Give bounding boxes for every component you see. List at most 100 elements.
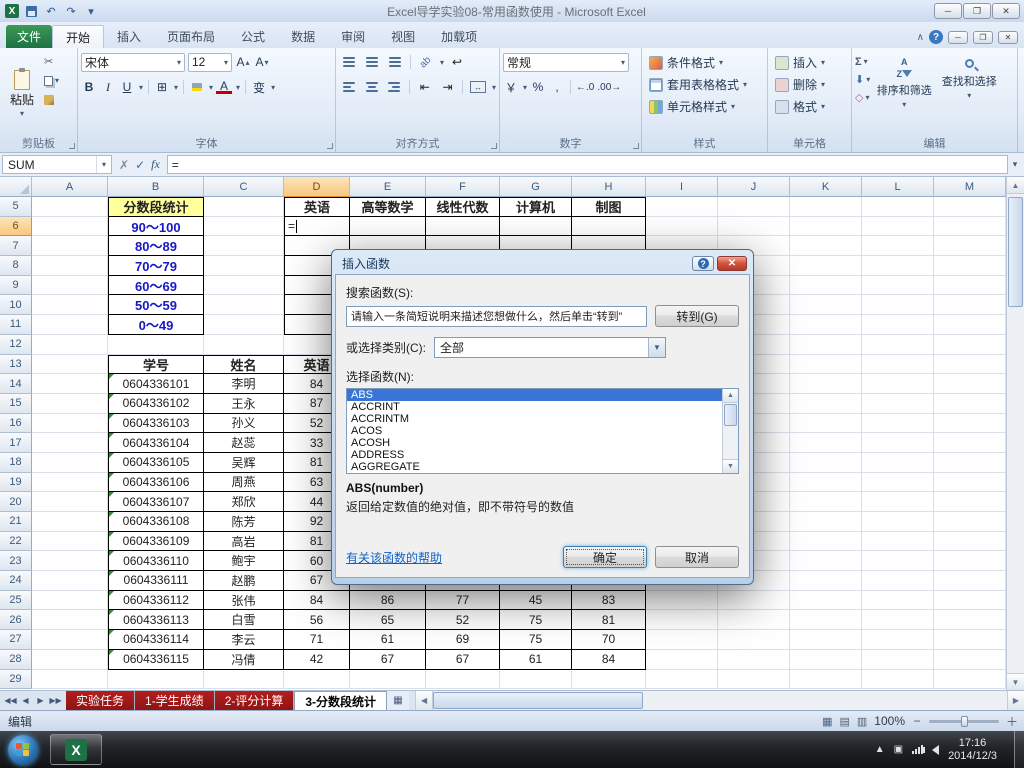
align-center-button[interactable] <box>362 79 382 96</box>
column-header-B[interactable]: B <box>108 177 204 197</box>
conditional-formatting-button[interactable]: 条件格式 ▾ <box>645 52 764 73</box>
name-box[interactable]: SUM ▾ <box>2 155 112 174</box>
cell-K15[interactable] <box>790 393 862 414</box>
function-listbox[interactable]: ABS ACCRINT ACCRINTM ACOS ACOSH ADDRESS … <box>346 388 739 474</box>
cell-M18[interactable] <box>934 452 1006 473</box>
cell-A25[interactable] <box>32 590 108 611</box>
cell-L17[interactable] <box>862 433 934 453</box>
cell-K27[interactable] <box>790 630 862 650</box>
cell-L21[interactable] <box>862 512 934 532</box>
cell-I25[interactable] <box>646 590 718 611</box>
workbook-close-button[interactable]: ✕ <box>998 30 1018 44</box>
row-header-7[interactable]: 7 <box>0 236 32 257</box>
row-header-5[interactable]: 5 <box>0 197 32 217</box>
cell-C16[interactable]: 孙义 <box>204 413 284 434</box>
comma-style-button[interactable]: , <box>549 79 565 96</box>
cell-A5[interactable] <box>32 197 108 217</box>
row-header-14[interactable]: 14 <box>0 374 32 394</box>
cell-K19[interactable] <box>790 472 862 493</box>
align-middle-button[interactable] <box>362 54 382 71</box>
function-item-address[interactable]: ADDRESS <box>347 449 738 461</box>
cell-K29[interactable] <box>790 669 862 690</box>
cell-C27[interactable]: 李云 <box>204 630 284 650</box>
font-dialog-launcher[interactable] <box>327 143 333 149</box>
cell-C23[interactable]: 鲍宇 <box>204 551 284 572</box>
tab-data[interactable]: 数据 <box>278 25 328 48</box>
normal-view-button[interactable]: ▦ <box>822 715 832 728</box>
cell-M17[interactable] <box>934 433 1006 453</box>
cell-K11[interactable] <box>790 315 862 335</box>
cell-C14[interactable]: 李明 <box>204 374 284 394</box>
zoom-slider-thumb[interactable] <box>961 715 968 727</box>
close-button[interactable]: ✕ <box>992 3 1020 19</box>
horizontal-scrollbar[interactable]: ◀ ▶ <box>415 691 1024 710</box>
row-header-8[interactable]: 8 <box>0 256 32 276</box>
insert-worksheet-button[interactable]: ▦ <box>387 691 410 710</box>
cell-A22[interactable] <box>32 531 108 552</box>
cell-C28[interactable]: 冯倩 <box>204 649 284 670</box>
clipboard-dialog-launcher[interactable] <box>69 143 75 149</box>
cell-L13[interactable] <box>862 354 934 375</box>
cell-M25[interactable] <box>934 590 1006 611</box>
cell-J6[interactable] <box>718 216 790 237</box>
cell-J27[interactable] <box>718 630 790 650</box>
cell-K5[interactable] <box>790 197 862 217</box>
fill-button[interactable]: ⬇ ▾ <box>855 72 870 87</box>
name-box-dropdown-arrow[interactable]: ▾ <box>96 156 111 173</box>
tab-insert[interactable]: 插入 <box>104 25 154 48</box>
row-header-9[interactable]: 9 <box>0 275 32 296</box>
cell-L22[interactable] <box>862 531 934 552</box>
cell-I28[interactable] <box>646 649 718 670</box>
horizontal-scroll-thumb[interactable] <box>433 692 644 709</box>
row-header-17[interactable]: 17 <box>0 433 32 453</box>
function-list-scrollbar[interactable]: ▲ ▼ <box>722 389 738 473</box>
cell-B22[interactable]: 0604336109 <box>108 531 204 552</box>
maximize-button[interactable]: ❐ <box>963 3 991 19</box>
cell-M12[interactable] <box>934 334 1006 355</box>
phonetic-guide-button[interactable]: 变 <box>251 79 267 96</box>
cell-L15[interactable] <box>862 393 934 414</box>
cell-L24[interactable] <box>862 571 934 591</box>
cell-C29[interactable] <box>204 669 284 690</box>
cell-L25[interactable] <box>862 590 934 611</box>
select-all-corner[interactable] <box>0 177 32 197</box>
page-layout-view-button[interactable]: ▤ <box>839 715 849 728</box>
row-header-27[interactable]: 27 <box>0 630 32 650</box>
function-item-accrintm[interactable]: ACCRINTM <box>347 413 738 425</box>
cancel-button[interactable]: 取消 <box>655 546 739 568</box>
cell-K14[interactable] <box>790 374 862 394</box>
cell-A6[interactable] <box>32 216 108 237</box>
tab-file[interactable]: 文件 <box>6 25 52 48</box>
cell-K20[interactable] <box>790 492 862 512</box>
excel-app-icon[interactable]: X <box>5 4 19 18</box>
cell-A12[interactable] <box>32 334 108 355</box>
cell-K26[interactable] <box>790 610 862 631</box>
cell-B14[interactable]: 0604336101 <box>108 374 204 394</box>
cell-H29[interactable] <box>572 669 646 690</box>
paste-button[interactable]: 粘贴 ▾ <box>3 52 41 136</box>
cell-K7[interactable] <box>790 236 862 257</box>
row-header-20[interactable]: 20 <box>0 492 32 512</box>
cell-A14[interactable] <box>32 374 108 394</box>
function-item-acos[interactable]: ACOS <box>347 425 738 437</box>
cell-M19[interactable] <box>934 472 1006 493</box>
borders-button[interactable]: ⊞ <box>154 79 170 96</box>
delete-cells-button[interactable]: 删除 ▾ <box>771 74 848 95</box>
row-header-15[interactable]: 15 <box>0 393 32 414</box>
cell-E25[interactable]: 86 <box>350 590 426 611</box>
increase-decimal-button[interactable]: ←.0 <box>576 79 594 96</box>
cell-K16[interactable] <box>790 413 862 434</box>
first-sheet-button[interactable]: ◀◀ <box>4 694 17 707</box>
cell-A20[interactable] <box>32 492 108 512</box>
row-header-6[interactable]: 6 <box>0 216 32 237</box>
cell-B16[interactable]: 0604336103 <box>108 413 204 434</box>
row-header-16[interactable]: 16 <box>0 413 32 434</box>
vertical-scroll-thumb[interactable] <box>1008 197 1023 307</box>
cell-M24[interactable] <box>934 571 1006 591</box>
cell-H26[interactable]: 81 <box>572 610 646 631</box>
cell-B10[interactable]: 50～59 <box>108 295 204 316</box>
cell-M15[interactable] <box>934 393 1006 414</box>
cell-J25[interactable] <box>718 590 790 611</box>
cell-L6[interactable] <box>862 216 934 237</box>
cell-A9[interactable] <box>32 275 108 296</box>
